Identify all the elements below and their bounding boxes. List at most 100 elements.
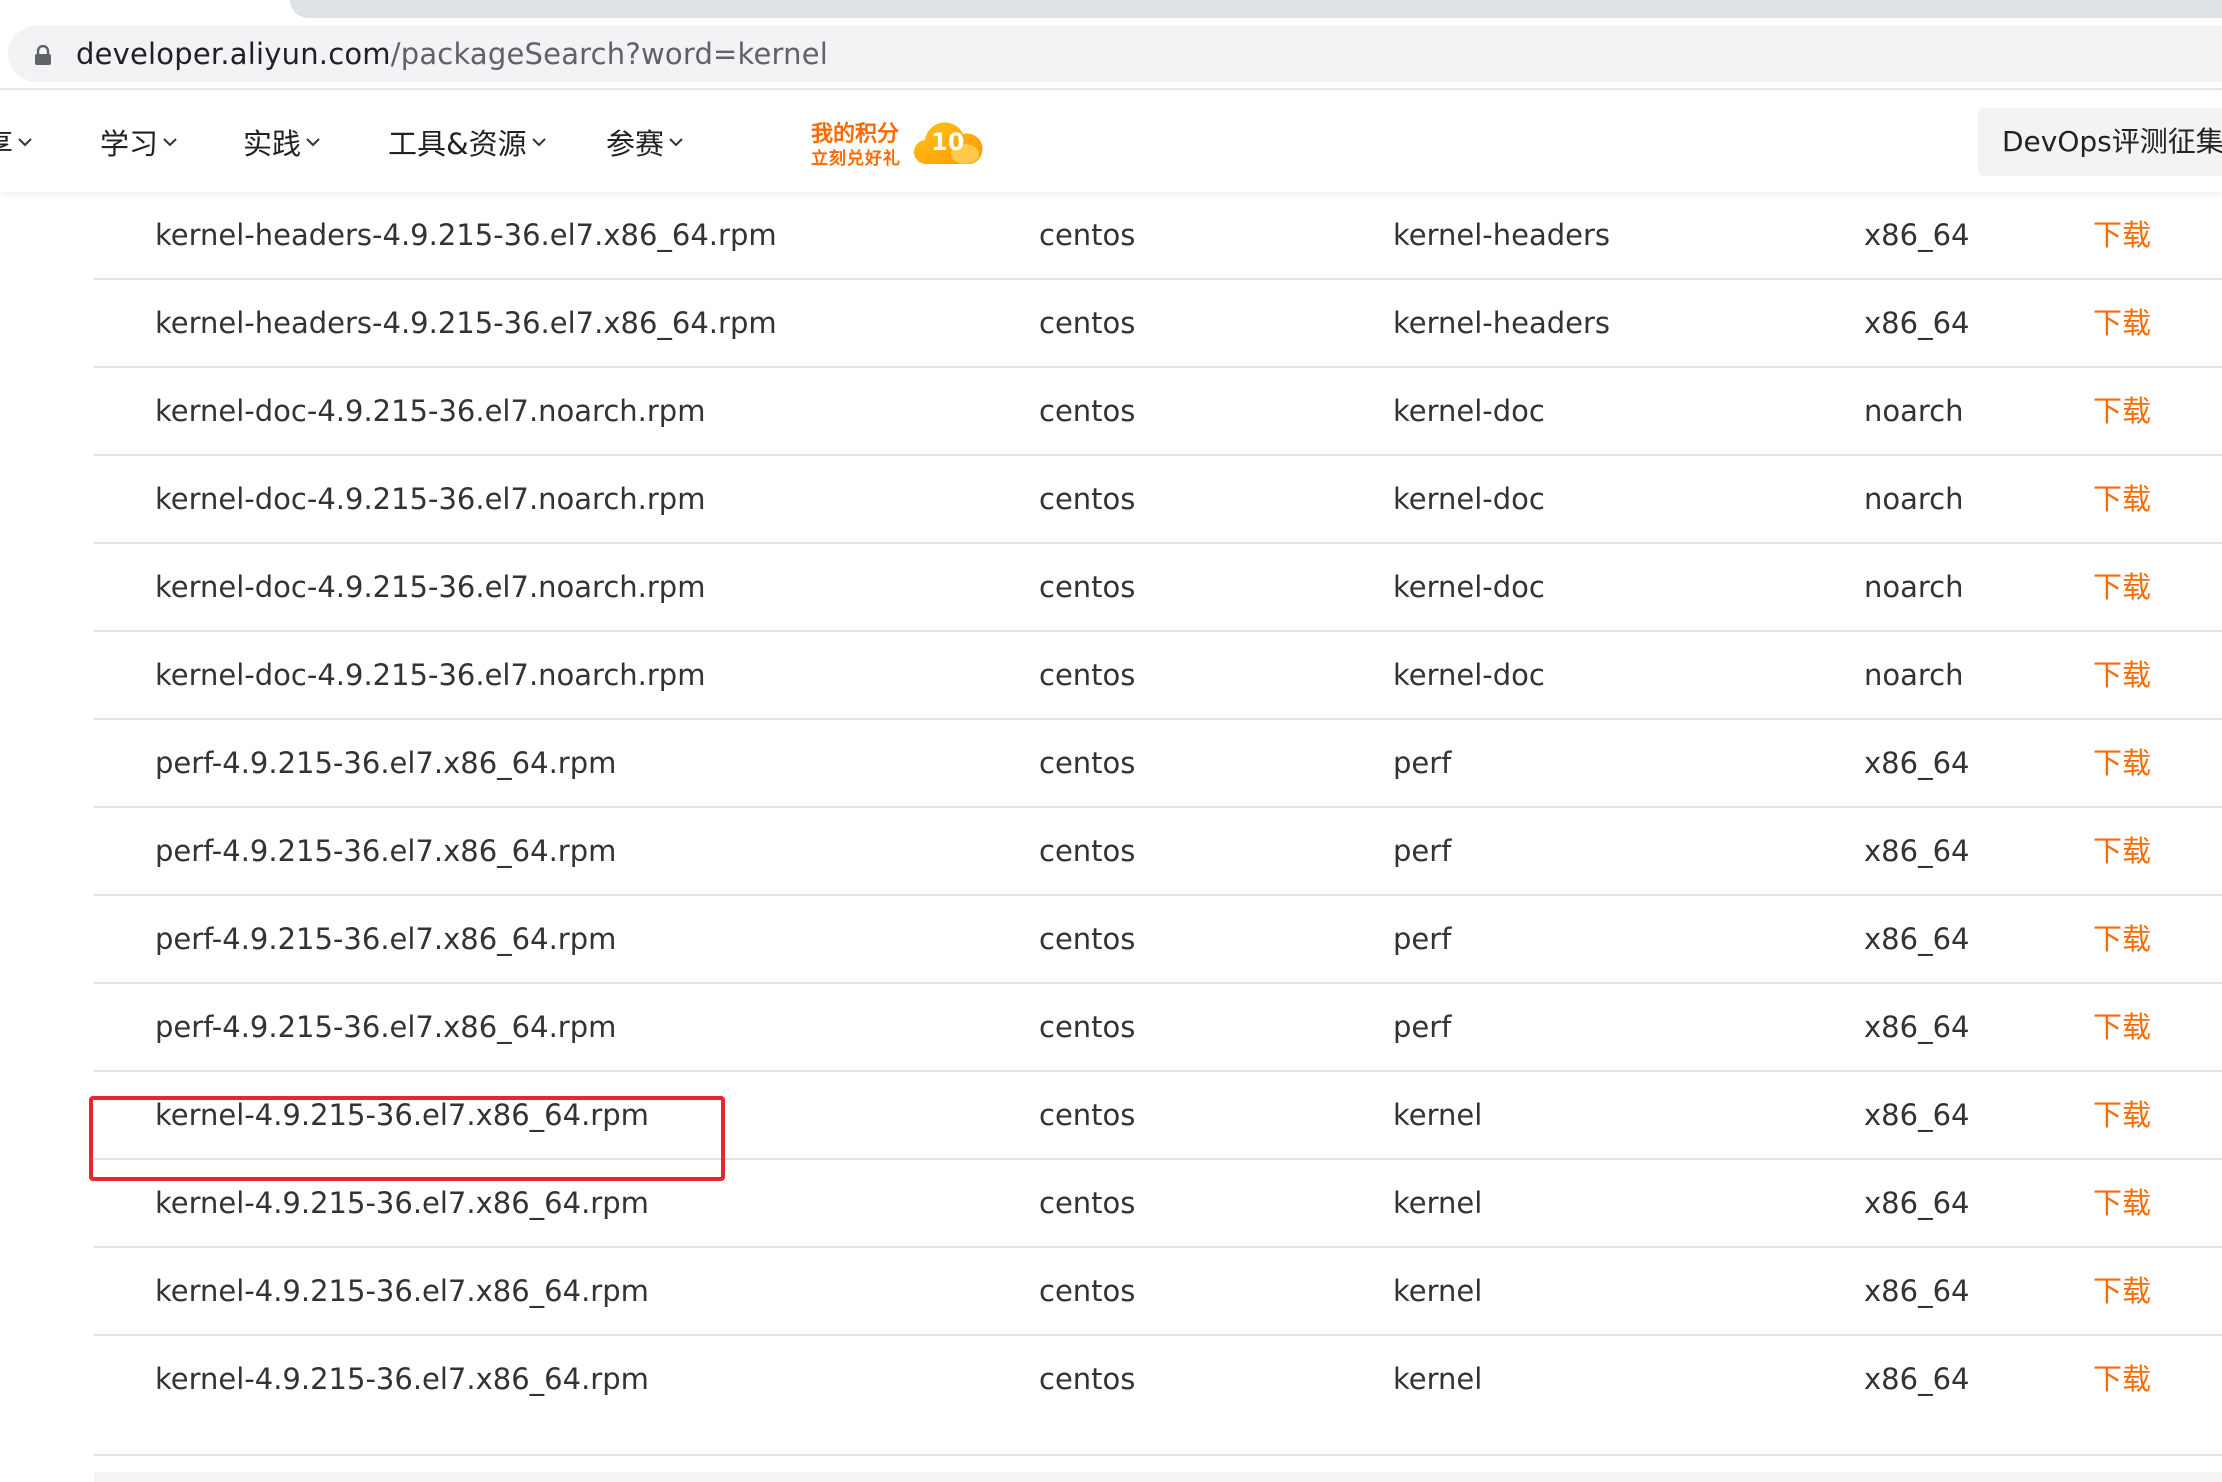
site-nav: 享 学习 实践 工具&资源 参赛 我的积分 立刻兑好礼 10 xyxy=(0,92,2222,192)
architecture: x86_64 xyxy=(1864,1362,1970,1396)
nav-item-label: 参赛 xyxy=(606,127,665,161)
architecture: noarch xyxy=(1864,658,1964,692)
os-name: centos xyxy=(1039,1010,1136,1044)
table-row: kernel-doc-4.9.215-36.el7.noarch.rpm cent… xyxy=(94,542,2222,630)
chevron-down-icon xyxy=(18,138,32,147)
chevron-down-icon xyxy=(669,138,683,147)
package-name: kernel-headers xyxy=(1393,218,1611,252)
package-name: kernel-doc xyxy=(1393,482,1545,516)
package-filename: kernel-doc-4.9.215-36.el7.noarch.rpm xyxy=(155,482,706,516)
architecture: x86_64 xyxy=(1864,306,1970,340)
download-link[interactable]: 下载 xyxy=(2093,1336,2151,1422)
package-name: kernel xyxy=(1393,1186,1483,1220)
package-name: perf xyxy=(1393,1010,1452,1044)
nav-item-label: 学习 xyxy=(100,127,159,161)
architecture: noarch xyxy=(1864,570,1964,604)
architecture: x86_64 xyxy=(1864,218,1970,252)
table-row: kernel-headers-4.9.215-36.el7.x86_64.rpm… xyxy=(94,278,2222,366)
download-link[interactable]: 下载 xyxy=(2093,368,2151,454)
nav-item-label: 享 xyxy=(0,121,13,163)
tab-strip xyxy=(290,0,2222,18)
package-name: perf xyxy=(1393,834,1452,868)
nav-item-label: 工具&资源 xyxy=(388,127,527,161)
highlight-annotation-box xyxy=(89,1096,725,1181)
architecture: x86_64 xyxy=(1864,1186,1970,1220)
download-link[interactable]: 下载 xyxy=(2093,720,2151,806)
package-filename: kernel-headers-4.9.215-36.el7.x86_64.rpm xyxy=(155,218,777,252)
package-name: kernel xyxy=(1393,1274,1483,1308)
os-name: centos xyxy=(1039,306,1136,340)
download-link[interactable]: 下载 xyxy=(2093,1160,2151,1246)
package-filename: kernel-headers-4.9.215-36.el7.x86_64.rpm xyxy=(155,306,777,340)
nav-item-learn[interactable]: 学习 xyxy=(100,120,178,164)
devops-promo-label: DevOps评测征集令 xyxy=(2002,125,2222,158)
download-link[interactable]: 下载 xyxy=(2093,544,2151,630)
download-link[interactable]: 下载 xyxy=(2093,808,2151,894)
package-filename: kernel-4.9.215-36.el7.x86_64.rpm xyxy=(155,1274,649,1308)
download-link[interactable]: 下载 xyxy=(2093,280,2151,366)
nav-item-tools[interactable]: 工具&资源 xyxy=(388,120,547,164)
os-name: centos xyxy=(1039,1186,1136,1220)
table-row: kernel-headers-4.9.215-36.el7.x86_64.rpm… xyxy=(94,190,2222,278)
points-widget[interactable]: 我的积分 立刻兑好礼 10 xyxy=(795,110,995,180)
download-link[interactable]: 下载 xyxy=(2093,896,2151,982)
package-name: perf xyxy=(1393,746,1452,780)
devops-promo-button[interactable]: DevOps评测征集令 xyxy=(1978,108,2222,176)
table-row: kernel-doc-4.9.215-36.el7.noarch.rpm cent… xyxy=(94,454,2222,542)
architecture: noarch xyxy=(1864,482,1964,516)
package-name: kernel-doc xyxy=(1393,658,1545,692)
download-link[interactable]: 下载 xyxy=(2093,1072,2151,1158)
package-filename: kernel-doc-4.9.215-36.el7.noarch.rpm xyxy=(155,658,706,692)
nav-item-practice[interactable]: 实践 xyxy=(243,120,321,164)
chevron-down-icon xyxy=(306,138,320,147)
download-link[interactable]: 下载 xyxy=(2093,1248,2151,1334)
download-link[interactable]: 下载 xyxy=(2093,192,2151,278)
download-link[interactable]: 下载 xyxy=(2093,984,2151,1070)
os-name: centos xyxy=(1039,570,1136,604)
nav-item-share[interactable]: 享 xyxy=(0,120,33,164)
os-name: centos xyxy=(1039,482,1136,516)
architecture: x86_64 xyxy=(1864,1274,1970,1308)
package-filename: kernel-4.9.215-36.el7.x86_64.rpm xyxy=(155,1362,649,1396)
architecture: x86_64 xyxy=(1864,746,1970,780)
lock-icon[interactable] xyxy=(34,45,52,65)
url-path: /packageSearch?word=kernel xyxy=(390,37,829,71)
nav-item-compete[interactable]: 参赛 xyxy=(606,120,684,164)
points-subtitle: 立刻兑好礼 xyxy=(811,149,901,169)
architecture: noarch xyxy=(1864,394,1964,428)
browser-toolbar: developer.aliyun.com/packageSearch?word=… xyxy=(0,0,2222,90)
points-value: 10 xyxy=(931,128,965,156)
nav-item-label: 实践 xyxy=(243,127,302,161)
os-name: centos xyxy=(1039,1098,1136,1132)
package-name: kernel-doc xyxy=(1393,394,1545,428)
package-filename: perf-4.9.215-36.el7.x86_64.rpm xyxy=(155,834,617,868)
package-table: kernel-headers-4.9.215-36.el7.x86_64.rpm… xyxy=(94,190,2222,1422)
package-name: perf xyxy=(1393,922,1452,956)
table-row: perf-4.9.215-36.el7.x86_64.rpm centos perf… xyxy=(94,894,2222,982)
package-filename: perf-4.9.215-36.el7.x86_64.rpm xyxy=(155,922,617,956)
table-row: perf-4.9.215-36.el7.x86_64.rpm centos perf… xyxy=(94,806,2222,894)
package-filename: kernel-doc-4.9.215-36.el7.noarch.rpm xyxy=(155,394,706,428)
table-row: kernel-4.9.215-36.el7.x86_64.rpm centos ke… xyxy=(94,1246,2222,1334)
os-name: centos xyxy=(1039,394,1136,428)
url-text[interactable]: developer.aliyun.com/packageSearch?word=… xyxy=(76,33,828,75)
os-name: centos xyxy=(1039,658,1136,692)
architecture: x86_64 xyxy=(1864,1098,1970,1132)
package-filename: perf-4.9.215-36.el7.x86_64.rpm xyxy=(155,746,617,780)
table-row: perf-4.9.215-36.el7.x86_64.rpm centos perf… xyxy=(94,718,2222,806)
package-filename: kernel-doc-4.9.215-36.el7.noarch.rpm xyxy=(155,570,706,604)
package-name: kernel-headers xyxy=(1393,306,1611,340)
table-row: kernel-4.9.215-36.el7.x86_64.rpm centos ke… xyxy=(94,1334,2222,1422)
os-name: centos xyxy=(1039,218,1136,252)
os-name: centos xyxy=(1039,922,1136,956)
table-row: kernel-doc-4.9.215-36.el7.noarch.rpm cent… xyxy=(94,366,2222,454)
table-row: perf-4.9.215-36.el7.x86_64.rpm centos perf… xyxy=(94,982,2222,1070)
chevron-down-icon xyxy=(163,138,177,147)
package-name: kernel-doc xyxy=(1393,570,1545,604)
download-link[interactable]: 下载 xyxy=(2093,632,2151,718)
os-name: centos xyxy=(1039,1274,1136,1308)
url-host: developer.aliyun.com xyxy=(76,37,391,71)
os-name: centos xyxy=(1039,1362,1136,1396)
download-link[interactable]: 下载 xyxy=(2093,456,2151,542)
architecture: x86_64 xyxy=(1864,834,1970,868)
